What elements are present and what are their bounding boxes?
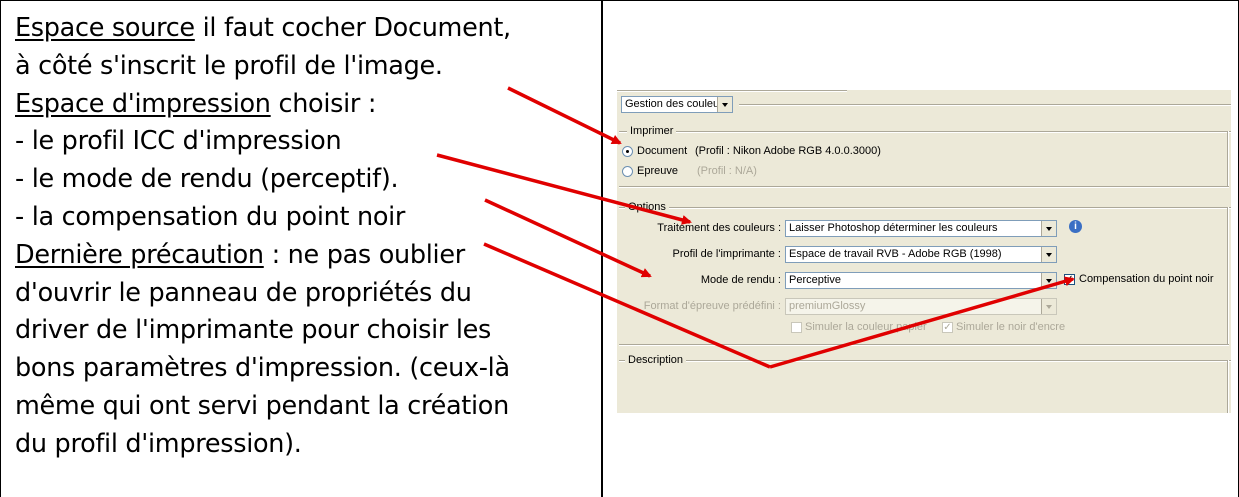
arrow-to-rendering-mode xyxy=(484,198,652,278)
arrow-to-color-handling xyxy=(436,153,692,225)
arrow-segment-to-bend xyxy=(483,242,771,369)
arrow-to-black-point xyxy=(769,276,1075,369)
annotation-arrows xyxy=(436,86,1075,369)
arrow-to-document-radio xyxy=(507,86,622,145)
